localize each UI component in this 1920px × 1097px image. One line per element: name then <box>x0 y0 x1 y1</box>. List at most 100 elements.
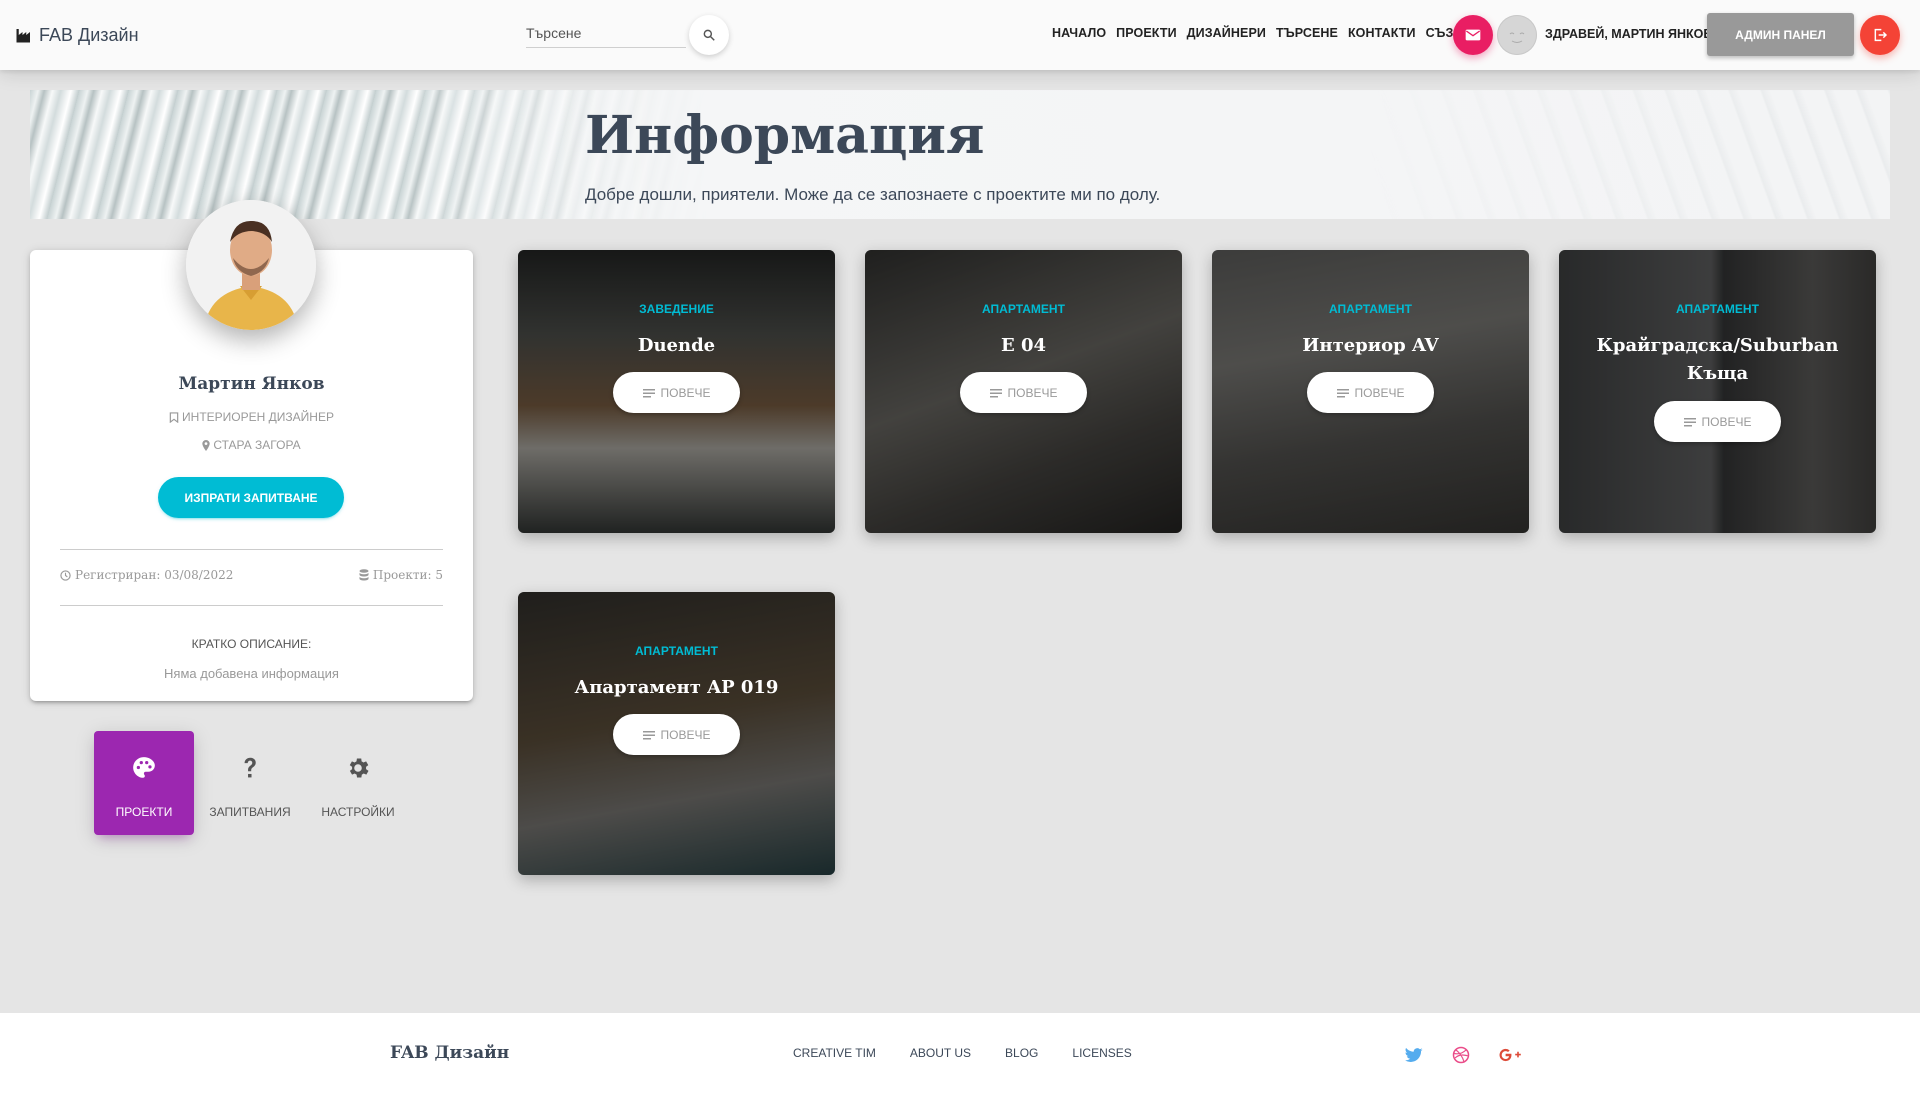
divider <box>60 549 443 550</box>
send-inquiry-button[interactable]: ИЗПРАТИ ЗАПИТВАНЕ <box>158 477 344 518</box>
profile-role: ИНТЕРИОРЕН ДИЗАЙНЕР <box>30 410 473 424</box>
search-form <box>526 15 729 55</box>
dribbble-link[interactable] <box>1449 1043 1473 1067</box>
list-icon <box>1683 417 1696 426</box>
page-title: Информация <box>585 105 985 166</box>
description-text: Няма добавена информация <box>164 666 339 681</box>
tab-icon-wrap <box>308 755 408 781</box>
footer-brand[interactable]: FAB Дизайн <box>390 1043 509 1063</box>
bookmark-icon <box>169 411 179 423</box>
navbar: FAB Дизайн НАЧАЛО ПРОЕКТИ ДИЗАЙНЕРИ ТЪРС… <box>0 0 1920 70</box>
footer: FAB Дизайн CREATIVE TIM ABOUT US BLOG LI… <box>0 1013 1920 1097</box>
project-category: ЗАВЕДЕНИЕ <box>639 302 714 316</box>
factory-icon <box>16 29 30 43</box>
footer-link-creative-tim[interactable]: CREATIVE TIM <box>793 1046 876 1060</box>
hero-background-shapes <box>1370 90 1890 219</box>
footer-link-blog[interactable]: BLOG <box>1005 1046 1038 1060</box>
project-more-button[interactable]: ПОВЕЧЕ <box>1654 401 1781 442</box>
project-card: АПАРТАМЕНТ Апартамент AP 019 ПОВЕЧЕ <box>518 592 835 875</box>
messages-button[interactable] <box>1453 15 1493 55</box>
project-more-button[interactable]: ПОВЕЧЕ <box>613 372 740 413</box>
more-label: ПОВЕЧЕ <box>1701 414 1752 429</box>
project-card: ЗАВЕДЕНИЕ Duende ПОВЕЧЕ <box>518 250 835 533</box>
google-plus-icon <box>1499 1048 1521 1062</box>
tab-settings[interactable]: НАСТРОЙКИ <box>308 731 408 835</box>
nav-projects[interactable]: ПРОЕКТИ <box>1116 26 1176 40</box>
project-card: АПАРТАМЕНТ E 04 ПОВЕЧЕ <box>865 250 1182 533</box>
list-icon <box>1336 388 1349 397</box>
project-title[interactable]: E 04 <box>875 332 1172 360</box>
project-title[interactable]: Интериор AV <box>1222 332 1519 360</box>
project-more-button[interactable]: ПОВЕЧЕ <box>1307 372 1434 413</box>
more-label: ПОВЕЧЕ <box>1354 385 1405 400</box>
profile-photo <box>186 200 316 330</box>
database-icon <box>359 569 369 581</box>
tab-icon-wrap <box>94 755 194 781</box>
tab-icon-wrap <box>200 755 300 781</box>
profile-city-text: СТАРА ЗАГОРА <box>213 438 301 452</box>
nav-designers[interactable]: ДИЗАЙНЕРИ <box>1187 26 1266 40</box>
profile-card: Мартин Янков ИНТЕРИОРЕН ДИЗАЙНЕР СТАРА З… <box>30 200 473 701</box>
user-avatar[interactable] <box>1497 15 1537 55</box>
tab-inquiries[interactable]: ЗАПИТВАНИЯ <box>200 731 300 835</box>
clock-icon <box>60 569 71 581</box>
palette-icon <box>133 757 155 778</box>
project-title[interactable]: Апартамент AP 019 <box>528 674 825 702</box>
google-plus-link[interactable] <box>1498 1043 1522 1067</box>
mail-icon <box>1465 29 1481 41</box>
project-category: АПАРТАМЕНТ <box>635 644 718 658</box>
user-greeting[interactable]: ЗДРАВЕЙ, МАРТИН ЯНКОВ! <box>1545 27 1717 41</box>
project-card: АПАРТАМЕНТ Интериор AV ПОВЕЧЕ <box>1212 250 1529 533</box>
page-subtitle: Добре дошли, приятели. Може да се запозн… <box>585 185 1161 204</box>
footer-links: CREATIVE TIM ABOUT US BLOG LICENSES <box>793 1046 1132 1060</box>
logout-icon <box>1874 28 1888 42</box>
nav-links: НАЧАЛО ПРОЕКТИ ДИЗАЙНЕРИ ТЪРСЕНЕ КОНТАКТ… <box>1052 26 1481 40</box>
more-label: ПОВЕЧЕ <box>1007 385 1058 400</box>
tab-inquiries-label: ЗАПИТВАНИЯ <box>209 805 291 819</box>
tab-settings-label: НАСТРОЙКИ <box>321 805 395 819</box>
profile-role-text: ИНТЕРИОРЕН ДИЗАЙНЕР <box>182 410 334 424</box>
nav-contacts[interactable]: КОНТАКТИ <box>1348 26 1416 40</box>
project-more-button[interactable]: ПОВЕЧЕ <box>613 714 740 755</box>
footer-link-licenses[interactable]: LICENSES <box>1072 1046 1131 1060</box>
nav-home[interactable]: НАЧАЛО <box>1052 26 1106 40</box>
question-icon <box>244 757 256 778</box>
twitter-icon <box>1405 1047 1423 1062</box>
project-category: АПАРТАМЕНТ <box>1676 302 1759 316</box>
profile-meta: Регистриран: 03/08/2022 Проекти: 5 <box>60 568 443 582</box>
divider <box>60 605 443 606</box>
admin-panel-button[interactable]: АДМИН ПАНЕЛ <box>1707 13 1854 56</box>
tab-projects-label: ПРОЕКТИ <box>115 805 173 819</box>
project-more-button[interactable]: ПОВЕЧЕ <box>960 372 1087 413</box>
more-label: ПОВЕЧЕ <box>660 385 711 400</box>
project-category: АПАРТАМЕНТ <box>1329 302 1412 316</box>
search-input[interactable] <box>526 18 686 48</box>
more-label: ПОВЕЧЕ <box>660 727 711 742</box>
profile-avatar <box>186 200 316 330</box>
gear-icon <box>349 758 369 778</box>
search-button[interactable] <box>689 15 729 55</box>
footer-link-about-us[interactable]: ABOUT US <box>910 1046 971 1060</box>
location-icon <box>202 439 210 451</box>
image-overlay <box>1559 250 1876 533</box>
nav-search[interactable]: ТЪРСЕНЕ <box>1276 26 1338 40</box>
profile-city: СТАРА ЗАГОРА <box>30 438 473 452</box>
projects-count: Проекти: 5 <box>359 568 443 582</box>
brand-link[interactable]: FAB Дизайн <box>15 22 139 48</box>
search-icon <box>703 29 715 41</box>
profile-name: Мартин Янков <box>178 374 325 394</box>
tab-projects[interactable]: ПРОЕКТИ <box>94 731 194 835</box>
project-category: АПАРТАМЕНТ <box>982 302 1065 316</box>
project-title[interactable]: Duende <box>528 332 825 360</box>
twitter-link[interactable] <box>1402 1043 1426 1067</box>
list-icon <box>642 388 655 397</box>
description-label: КРАТКО ОПИСАНИЕ: <box>191 637 312 651</box>
brand-name: FAB Дизайн <box>39 24 139 45</box>
hero-banner: Информация Добре дошли, приятели. Може д… <box>30 90 1890 219</box>
avatar-placeholder <box>1509 32 1525 43</box>
list-icon <box>989 388 1002 397</box>
project-title[interactable]: Крайградска/Suburban Къща <box>1569 332 1866 388</box>
project-card: АПАРТАМЕНТ Крайградска/Suburban Къща ПОВ… <box>1559 250 1876 533</box>
logout-button[interactable] <box>1860 15 1900 55</box>
projects-count-text: Проекти: 5 <box>372 568 443 582</box>
